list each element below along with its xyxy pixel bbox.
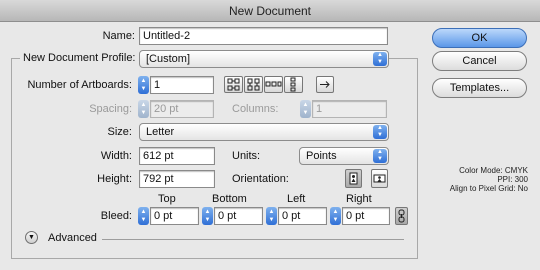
- landscape-icon[interactable]: [371, 169, 388, 188]
- bleed-bottom-stepper-icon[interactable]: ▲ ▼: [202, 207, 213, 225]
- bleed-top-stepper-icon[interactable]: ▲ ▼: [138, 207, 149, 225]
- size-select[interactable]: Letter ▲ ▼: [139, 123, 389, 141]
- name-input[interactable]: Untitled-2: [139, 27, 388, 45]
- orientation-label: Orientation:: [232, 173, 289, 185]
- new-document-dialog: New Document Name: Untitled-2 New Docume…: [0, 0, 540, 270]
- width-label: Width:: [100, 150, 132, 162]
- disclosure-triangle-icon[interactable]: ▼: [25, 231, 38, 244]
- bleed-left-input[interactable]: 0 pt: [278, 207, 327, 225]
- arrange-by-row-icon[interactable]: [264, 76, 283, 93]
- size-value: Letter: [146, 126, 175, 138]
- bleed-bottom-label: Bottom: [212, 193, 247, 205]
- artboards-label: Number of Artboards:: [27, 79, 132, 91]
- spacing-label: Spacing:: [89, 103, 132, 115]
- columns-input: 1: [312, 100, 387, 118]
- right-to-left-icon[interactable]: [316, 76, 334, 93]
- ok-button[interactable]: OK: [432, 28, 527, 48]
- units-value: Points: [306, 150, 337, 162]
- advanced-label[interactable]: Advanced: [48, 232, 97, 245]
- spacing-input: 20 pt: [150, 100, 214, 118]
- artboards-input[interactable]: 1: [150, 76, 214, 94]
- bleed-top-input[interactable]: 0 pt: [150, 207, 199, 225]
- bleed-label: Bleed:: [100, 210, 132, 222]
- height-label: Height:: [97, 173, 132, 185]
- size-label: Size:: [107, 126, 132, 138]
- cancel-button[interactable]: Cancel: [432, 51, 527, 71]
- profile-select[interactable]: [Custom] ▲ ▼: [139, 50, 389, 68]
- color-mode-info: Color Mode: CMYK: [459, 166, 528, 175]
- bleed-top-label: Top: [158, 193, 176, 205]
- grid-by-row-icon[interactable]: [224, 76, 243, 93]
- spacing-stepper-icon: ▲ ▼: [138, 100, 149, 118]
- align-pixel-grid-info: Align to Pixel Grid: No: [449, 184, 528, 193]
- profile-value: [Custom]: [146, 53, 191, 65]
- select-arrows-icon: ▲ ▼: [373, 125, 387, 139]
- artboards-stepper-icon[interactable]: ▲ ▼: [138, 76, 149, 94]
- ppi-info: PPI: 300: [497, 175, 528, 184]
- bleed-left-stepper-icon[interactable]: ▲ ▼: [266, 207, 277, 225]
- select-arrows-icon: ▲ ▼: [373, 149, 387, 163]
- bleed-right-label: Right: [346, 193, 372, 205]
- window-title: New Document: [0, 0, 540, 22]
- name-label: Name:: [102, 30, 135, 42]
- profile-label: New Document Profile:: [20, 52, 139, 65]
- templates-button[interactable]: Templates...: [432, 78, 527, 98]
- advanced-divider: [102, 239, 404, 240]
- grid-by-column-icon[interactable]: [244, 76, 263, 93]
- arrange-by-column-icon[interactable]: [284, 76, 303, 93]
- link-bleed-icon[interactable]: [395, 207, 408, 225]
- height-input[interactable]: 792 pt: [139, 170, 215, 188]
- select-arrows-icon: ▲ ▼: [373, 52, 387, 66]
- bleed-bottom-input[interactable]: 0 pt: [214, 207, 263, 225]
- columns-label: Columns:: [232, 103, 279, 115]
- units-select[interactable]: Points ▲ ▼: [299, 147, 389, 165]
- bleed-right-input[interactable]: 0 pt: [342, 207, 390, 225]
- width-input[interactable]: 612 pt: [139, 147, 215, 165]
- bleed-left-label: Left: [287, 193, 306, 205]
- columns-stepper-icon: ▲ ▼: [300, 100, 311, 118]
- bleed-right-stepper-icon[interactable]: ▲ ▼: [330, 207, 341, 225]
- units-label: Units:: [232, 150, 261, 162]
- portrait-icon[interactable]: [345, 169, 362, 188]
